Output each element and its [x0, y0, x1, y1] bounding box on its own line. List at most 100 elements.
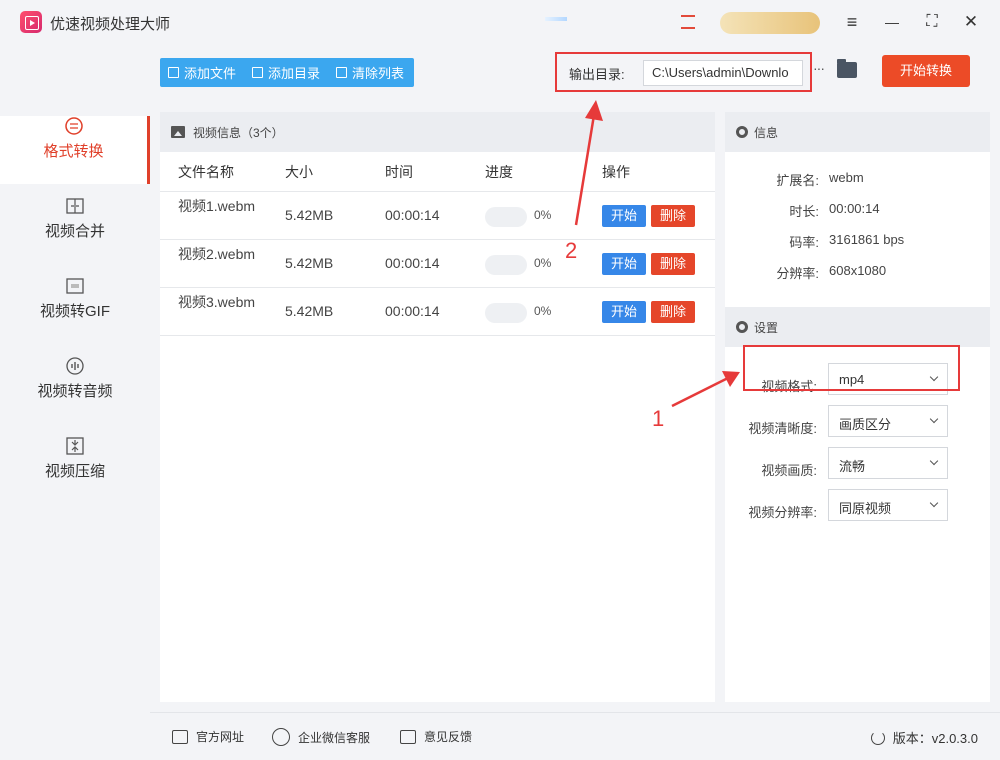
info-row: 时长: 00:00:14 — [725, 193, 990, 224]
minimize-icon[interactable]: — — [880, 10, 904, 34]
file-list-header: 视频信息（3个） — [160, 112, 715, 152]
start-button[interactable]: 开始 — [602, 253, 646, 275]
more-options-button[interactable]: ··· — [813, 60, 825, 76]
file-toolbar: 添加文件 添加目录 清除列表 — [160, 58, 415, 87]
delete-button[interactable]: 删除 — [651, 301, 695, 323]
progress-text: 0% — [534, 256, 552, 270]
feedback-label: 意见反馈 — [424, 730, 473, 744]
table-row[interactable]: 视频1.webm 5.42MB 00:00:14 0% 开始 删除 — [160, 192, 715, 240]
wechat-label: 企业微信客服 — [298, 730, 371, 745]
add-folder-label: 添加目录 — [268, 66, 321, 81]
folder-outline-icon — [252, 67, 264, 78]
title-bar: 优速视频处理大师 ≡ — ⛶ ✕ — [0, 0, 1000, 44]
add-file-button[interactable]: 添加文件 — [168, 63, 236, 82]
notification-icon[interactable] — [681, 15, 695, 29]
version-label: 版本：v2.0.3.0 — [892, 731, 978, 746]
settings-header: 设置 — [725, 307, 990, 347]
column-name: 文件名称 — [178, 163, 234, 180]
file-icon — [168, 67, 179, 78]
maximize-icon[interactable]: ⛶ — [920, 10, 944, 34]
sidebar-item-label: 格式转换 — [43, 143, 104, 160]
sidebar-item-label: 视频转音频 — [37, 383, 113, 400]
menu-icon[interactable]: ≡ — [840, 10, 864, 34]
gif-icon — [66, 278, 84, 294]
info-title: 信息 — [754, 125, 779, 140]
info-key: 时长: — [789, 204, 819, 219]
progress-text: 0% — [534, 208, 552, 222]
select-value: 画质区分 — [839, 417, 892, 432]
folder-icon[interactable] — [837, 59, 857, 78]
version-info[interactable]: 版本：v2.0.3.0 — [870, 728, 978, 747]
table-row[interactable]: 视频3.webm 5.42MB 00:00:14 0% 开始 删除 — [160, 288, 715, 336]
start-button[interactable]: 开始 — [602, 205, 646, 227]
select-value: 流畅 — [839, 459, 866, 474]
delete-button[interactable]: 删除 — [651, 253, 695, 275]
sidebar-item-label: 视频转GIF — [40, 303, 110, 320]
add-file-label: 添加文件 — [184, 66, 237, 81]
column-progress: 进度 — [485, 163, 513, 180]
annotation-number-1: 1 — [652, 406, 665, 431]
clear-list-label: 清除列表 — [352, 66, 405, 81]
gear-icon — [736, 126, 748, 138]
setting-label: 视频分辨率: — [748, 505, 817, 520]
sidebar-item-merge[interactable]: 视频合并 — [0, 196, 150, 264]
progress-bar — [485, 207, 527, 227]
trash-icon — [336, 67, 348, 78]
video-resolution-select[interactable]: 同原视频 — [828, 489, 948, 521]
sidebar-item-compress[interactable]: 视频压缩 — [0, 436, 150, 504]
website-icon — [172, 729, 188, 744]
chat-icon — [272, 728, 290, 746]
sidebar-item-format-convert[interactable]: 格式转换 — [0, 116, 150, 184]
app-logo-icon — [20, 11, 42, 33]
sidebar-item-label: 视频压缩 — [44, 463, 105, 480]
info-row: 分辨率: 608x1080 — [725, 255, 990, 286]
wechat-support-link[interactable]: 企业微信客服 — [272, 728, 370, 746]
file-size: 5.42MB — [285, 207, 334, 223]
file-size: 5.42MB — [285, 303, 334, 319]
chevron-down-icon — [929, 498, 939, 508]
clear-list-button[interactable]: 清除列表 — [336, 63, 404, 82]
file-list-panel: 视频信息（3个） 文件名称 大小 时间 进度 操作 视频1.webm 5.42M… — [160, 112, 715, 702]
add-folder-button[interactable]: 添加目录 — [252, 63, 320, 82]
refresh-icon — [870, 730, 885, 745]
start-button[interactable]: 开始 — [602, 301, 646, 323]
feedback-link[interactable]: 意见反馈 — [400, 728, 472, 745]
setting-video-resolution: 视频分辨率: 同原视频 — [725, 489, 990, 531]
sidebar-item-label: 视频合并 — [44, 223, 105, 240]
table-row[interactable]: 视频2.webm 5.42MB 00:00:14 0% 开始 删除 — [160, 240, 715, 288]
info-row: 扩展名: webm — [725, 162, 990, 193]
info-key: 码率: — [789, 235, 819, 250]
delete-button[interactable]: 删除 — [651, 205, 695, 227]
file-size: 5.42MB — [285, 255, 334, 271]
file-duration: 00:00:14 — [385, 255, 440, 271]
setting-label: 视频画质: — [761, 463, 817, 478]
progress-text: 0% — [534, 304, 552, 318]
app-title: 优速视频处理大师 — [50, 16, 171, 33]
output-directory-input[interactable]: C:\Users\admin\Downlo — [643, 60, 803, 86]
progress-bar — [485, 255, 527, 275]
gear-icon — [736, 321, 748, 333]
vip-badge[interactable] — [720, 12, 820, 34]
video-quality-select[interactable]: 流畅 — [828, 447, 948, 479]
info-value: 3161861 bps — [829, 232, 905, 247]
sidebar-item-audio[interactable]: 视频转音频 — [0, 356, 150, 424]
format-convert-icon — [64, 117, 83, 135]
settings-title: 设置 — [754, 320, 779, 335]
info-value: webm — [829, 170, 864, 185]
info-value: 608x1080 — [829, 263, 887, 278]
close-icon[interactable]: ✕ — [959, 10, 983, 34]
video-clarity-select[interactable]: 画质区分 — [828, 405, 948, 437]
info-value: 00:00:14 — [829, 201, 880, 216]
column-size: 大小 — [285, 163, 313, 180]
file-list-title: 视频信息（3个） — [193, 125, 284, 140]
start-convert-button[interactable]: 开始转换 — [882, 55, 970, 87]
sidebar-item-gif[interactable]: 视频转GIF — [0, 276, 150, 344]
website-link[interactable]: 官方网址 — [172, 728, 244, 745]
file-name: 视频1.webm — [178, 198, 256, 214]
merge-icon — [66, 198, 84, 214]
website-label: 官方网址 — [196, 730, 245, 744]
column-time: 时间 — [385, 163, 413, 180]
info-key: 扩展名: — [776, 173, 819, 188]
file-name: 视频2.webm — [178, 246, 256, 262]
output-directory-label: 输出目录: — [569, 67, 625, 82]
